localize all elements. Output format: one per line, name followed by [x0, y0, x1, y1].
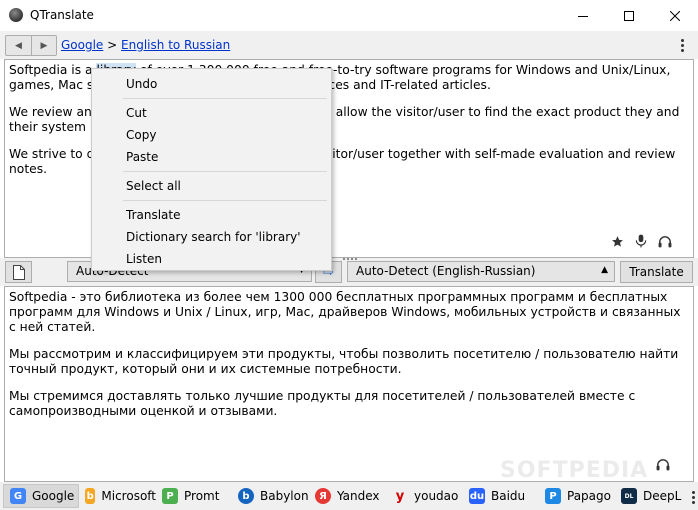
baidu-icon: du	[469, 488, 485, 504]
close-button[interactable]	[652, 0, 698, 31]
title-bar: QTranslate	[0, 0, 698, 31]
window-title: QTranslate	[30, 8, 94, 22]
dropdown-arrow-icon: ▲	[601, 265, 608, 275]
breadcrumb-direction-link[interactable]: English to Russian	[121, 38, 230, 52]
promt-icon: P	[162, 488, 178, 504]
star-icon[interactable]	[611, 235, 624, 248]
source-actions	[611, 234, 672, 248]
menu-item-select-all[interactable]: Select all	[92, 175, 331, 197]
headphones-icon[interactable]	[658, 235, 672, 248]
menu-item-copy[interactable]: Copy	[92, 124, 331, 146]
menu-item-dictionary-search[interactable]: Dictionary search for 'library'	[92, 226, 331, 248]
translation-paragraph: Мы рассмотрим и классифицируем эти проду…	[9, 347, 679, 376]
breadcrumb-separator: >	[107, 38, 118, 52]
qtranslate-logo-icon	[9, 8, 23, 22]
translation-paragraph: Softpedia - это библиотека из более чем …	[9, 290, 681, 334]
service-tab-deepl[interactable]: DL DeepL	[615, 484, 691, 508]
menu-separator	[123, 171, 327, 172]
context-menu: Undo Cut Copy Paste Select all Translate…	[91, 68, 332, 271]
translation-actions	[656, 458, 670, 471]
arrow-left-icon: ◀	[15, 40, 22, 51]
papago-icon: P	[545, 488, 561, 504]
service-tab-papago[interactable]: P Papago	[539, 484, 615, 508]
service-tab-babylon[interactable]: b Babylon	[232, 484, 309, 508]
minimize-icon	[578, 15, 588, 17]
splitter-handle[interactable]	[343, 258, 357, 260]
google-icon: G	[10, 488, 26, 504]
service-tab-youdao[interactable]: y youdao	[386, 484, 463, 508]
minimize-button[interactable]	[560, 0, 606, 31]
service-tabs: G Google b Microsoft P Promt b Babylon Я…	[0, 482, 698, 510]
document-icon	[12, 264, 25, 280]
close-icon	[670, 10, 680, 21]
breadcrumb-service-link[interactable]: Google	[61, 38, 103, 52]
service-tab-baidu[interactable]: du Baidu	[463, 484, 539, 508]
service-tab-promt[interactable]: P Promt	[156, 484, 232, 508]
forward-button[interactable]: ▶	[31, 36, 56, 55]
yandex-icon: Я	[315, 488, 331, 504]
services-options-button[interactable]	[690, 491, 696, 504]
bing-icon: b	[85, 488, 96, 504]
back-button[interactable]: ◀	[6, 36, 31, 55]
menu-separator	[123, 98, 327, 99]
deepl-icon: DL	[621, 488, 637, 504]
menu-item-translate[interactable]: Translate	[92, 204, 331, 226]
history-nav: ◀ ▶	[5, 35, 57, 56]
translate-button[interactable]: Translate	[620, 261, 693, 283]
target-language-value: Auto-Detect (English-Russian)	[356, 264, 536, 278]
breadcrumb: Google > English to Russian	[61, 38, 230, 52]
youdao-icon: y	[395, 488, 405, 504]
service-tab-microsoft[interactable]: b Microsoft	[79, 484, 156, 508]
menu-separator	[123, 200, 327, 201]
watermark: SOFTPEDIA	[500, 458, 649, 483]
toolbar: ◀ ▶ Google > English to Russian	[0, 31, 698, 59]
service-tab-yandex[interactable]: Я Yandex	[309, 484, 386, 508]
new-document-button[interactable]	[5, 261, 32, 283]
service-tab-google[interactable]: G Google	[3, 484, 79, 508]
translation-paragraph: Мы стремимся доставлять только лучшие пр…	[9, 389, 636, 418]
menu-item-cut[interactable]: Cut	[92, 102, 331, 124]
babylon-icon: b	[238, 488, 254, 504]
arrow-right-icon: ▶	[40, 40, 48, 51]
target-language-select[interactable]: Auto-Detect (English-Russian) ▲	[347, 261, 615, 282]
translation-text-area[interactable]: Softpedia - это библиотека из более чем …	[4, 286, 694, 482]
menu-item-undo[interactable]: Undo	[92, 73, 331, 95]
headphones-icon[interactable]	[656, 458, 670, 471]
menu-item-paste[interactable]: Paste	[92, 146, 331, 168]
maximize-button[interactable]	[606, 0, 652, 31]
toolbar-options-button[interactable]	[679, 39, 685, 52]
microphone-icon[interactable]	[635, 234, 647, 248]
menu-item-listen[interactable]: Listen	[92, 248, 331, 270]
maximize-icon	[624, 10, 634, 21]
